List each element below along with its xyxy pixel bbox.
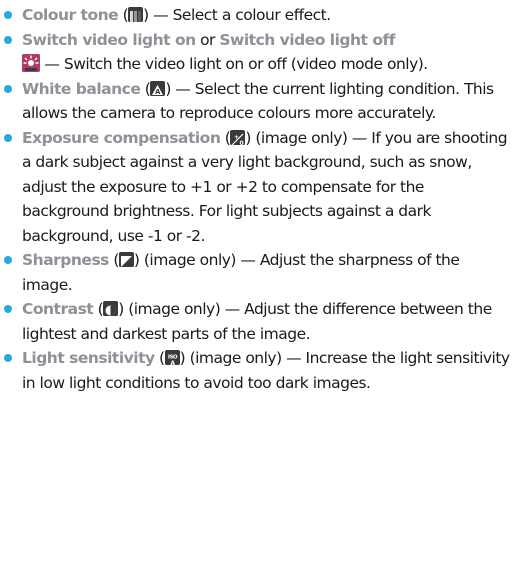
connector-text: or <box>195 30 220 49</box>
contrast-icon <box>103 301 119 316</box>
bullet-icon <box>4 84 12 93</box>
term-exposure-compensation: Exposure compensation <box>22 128 221 147</box>
light-sensitivity-icon: ISO A <box>164 350 180 365</box>
term-video-light-off: Switch video light off <box>219 30 395 49</box>
bullet-icon <box>4 256 12 264</box>
paren-open: ( <box>118 6 129 24</box>
camera-settings-list: Colour tone () — Select a colour effect.… <box>0 3 513 395</box>
list-item-contrast: Contrast () (image only) — Adjust the di… <box>0 297 513 346</box>
svg-text:+: + <box>234 134 239 141</box>
list-item-exposure-compensation: Exposure compensation (+0) (image only) … <box>0 126 513 249</box>
sharpness-icon <box>118 252 134 267</box>
svg-text:0: 0 <box>240 140 244 145</box>
white-balance-icon: A <box>150 80 166 96</box>
video-light-icon <box>22 54 40 72</box>
colour-tone-icon <box>128 7 144 22</box>
list-item-light-sensitivity: Light sensitivity (ISO A) (image only) — … <box>0 346 513 395</box>
term-video-light-on: Switch video light on <box>22 30 196 49</box>
term-light-sensitivity: Light sensitivity <box>22 349 155 367</box>
list-item-colour-tone: Colour tone () — Select a colour effect. <box>0 3 513 28</box>
description-video-light: — Switch the video light on or off (vide… <box>40 55 428 73</box>
term-white-balance: White balance <box>22 79 141 98</box>
paren-open: ( <box>93 300 104 318</box>
bullet-icon <box>4 35 12 44</box>
term-sharpness: Sharpness <box>22 251 109 269</box>
list-item-white-balance: White balance (A) — Select the current l… <box>0 77 513 126</box>
description-colour-tone: — Select a colour effect. <box>148 6 331 24</box>
bullet-icon <box>4 133 12 142</box>
paren-open: ( <box>154 349 165 367</box>
bullet-icon <box>4 11 12 19</box>
paren-open: ( <box>108 251 119 269</box>
paren-open: ( <box>220 128 231 147</box>
list-item-video-light: Switch video light on or Switch video li… <box>0 28 513 77</box>
bullet-icon <box>4 305 12 313</box>
list-item-sharpness: Sharpness () (image only) — Adjust the s… <box>0 248 513 297</box>
paren-open: ( <box>140 79 151 98</box>
term-colour-tone: Colour tone <box>22 6 119 24</box>
bullet-icon <box>4 354 12 362</box>
term-contrast: Contrast <box>22 300 94 318</box>
exposure-compensation-icon: +0 <box>230 129 246 145</box>
document-page: Colour tone () — Select a colour effect.… <box>0 0 513 585</box>
